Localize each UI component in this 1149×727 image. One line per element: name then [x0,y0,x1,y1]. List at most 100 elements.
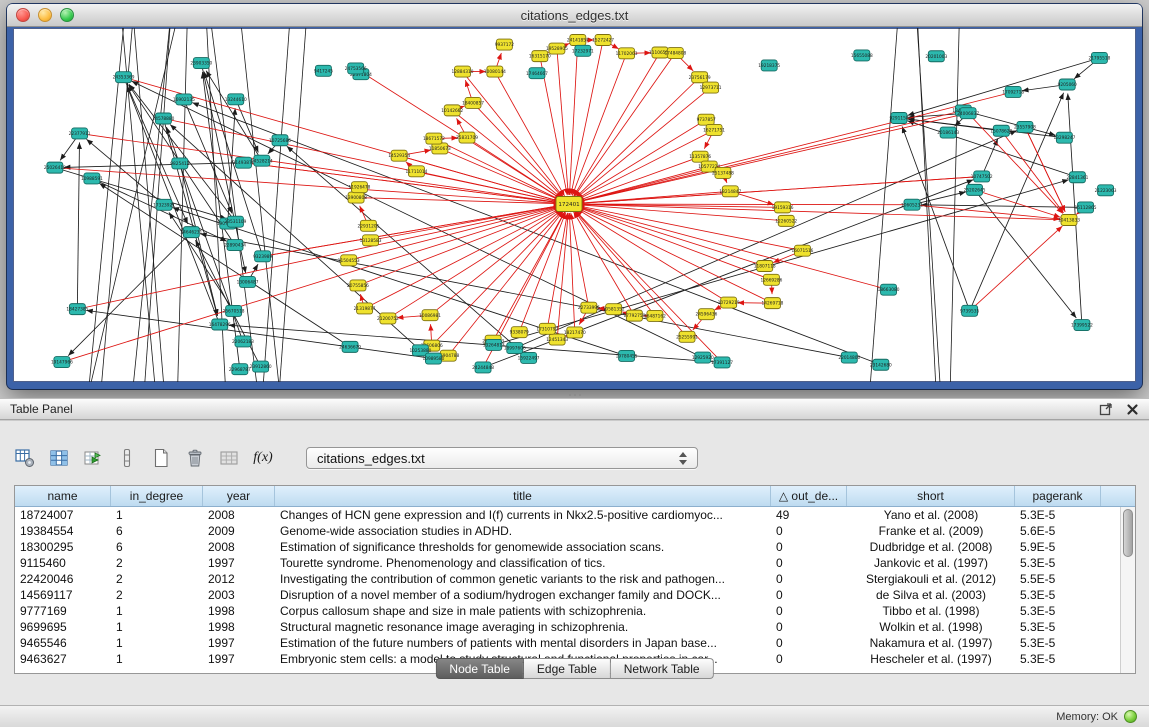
graph-node[interactable]: 24244848 [472,362,494,373]
column-header-in_degree[interactable]: in_degree [111,486,203,506]
graph-node[interactable]: 17323921 [153,199,175,210]
graph-node[interactable]: 25137488 [712,167,734,178]
graph-node[interactable]: 9205060 [1058,79,1077,90]
graph-node[interactable]: 11711014 [406,166,428,177]
show-columns-button[interactable] [46,445,72,471]
graph-node[interactable]: 10747502 [971,171,993,182]
graph-node[interactable]: 15078628 [990,125,1012,136]
graph-node[interactable]: 17792759 [623,310,645,321]
graph-node[interactable]: 9417245 [314,65,333,76]
graph-node[interactable]: 11357876 [689,151,711,162]
graph-node[interactable]: 16478296 [209,319,231,330]
graph-node[interactable]: 11702063 [616,48,638,59]
graph-node[interactable]: 9937172 [495,39,514,50]
graph-node[interactable]: 23142680 [870,359,892,370]
graph-node[interactable]: 15272427 [592,35,614,46]
graph-node[interactable]: 24753566 [345,63,367,74]
graph-node[interactable]: 23903350 [190,58,212,69]
graph-node[interactable]: 12260522 [775,215,797,226]
graph-node[interactable]: 22062183 [232,336,254,347]
graph-node[interactable]: 15922497 [518,352,540,363]
graph-node[interactable]: 23912860 [250,361,272,372]
graph-node[interactable]: 23531109 [225,216,247,227]
graph-node[interactable]: 24006837 [957,108,979,119]
graph-node[interactable]: 18400857 [462,97,484,108]
graph-node[interactable]: 24353369 [113,72,135,83]
table-row[interactable]: 1830029562008Estimation of significance … [15,539,1121,555]
graph-node[interactable]: 12451343 [546,334,568,345]
import-table-button[interactable] [216,445,242,471]
graph-node[interactable]: 17484808 [664,48,686,59]
row-height-button[interactable] [114,445,140,471]
function-builder-button[interactable]: f(x) [250,445,276,471]
graph-node[interactable]: 25255991 [676,331,698,342]
graph-node[interactable]: 12925920 [692,352,714,363]
graph-node[interactable]: 17399522 [1071,320,1093,331]
graph-node[interactable]: 25202645 [964,184,986,195]
graph-node[interactable]: 20201003 [925,51,947,62]
graph-node[interactable]: 11504553 [338,255,360,266]
graph-node[interactable]: 15112865 [1075,202,1097,213]
table-settings-button[interactable] [12,445,38,471]
new-document-button[interactable] [148,445,174,471]
network-window[interactable]: citations_edges.txt 19159316122605221607… [7,4,1142,389]
graph-node[interactable]: 10729219 [718,297,740,308]
graph-node[interactable]: 21223063 [1095,185,1117,196]
graph-node[interactable]: 19780455 [616,350,638,361]
table-row[interactable]: 977716911998Corpus callosum shape and si… [15,603,1121,619]
graph-node[interactable]: 18671572 [423,133,445,144]
graph-node[interactable]: 10080144 [484,66,506,77]
graph-node[interactable]: 9739535 [960,305,979,316]
scrollbar-thumb[interactable] [1123,509,1133,557]
graph-node[interactable]: 9291158 [889,113,908,124]
graph-node[interactable]: 9338079 [510,327,529,338]
graph-node[interactable]: 23557908 [1014,121,1036,132]
graph-node[interactable]: 13244610 [225,94,247,105]
graph-node[interactable]: 10413833 [1058,215,1080,226]
graph-node[interactable]: 12973711 [700,82,722,93]
graph-node[interactable]: 22377911 [69,128,91,139]
graph-node[interactable]: 19218375 [758,60,780,71]
graph-node[interactable]: 17464667 [526,68,548,79]
graph-node[interactable]: 16315170 [529,51,551,62]
select-all-button[interactable] [80,445,106,471]
column-header-year[interactable]: year [203,486,275,506]
graph-node[interactable]: 10725686 [269,135,291,146]
graph-node[interactable]: 18427385 [66,304,88,315]
column-header-pagerank[interactable]: pagerank [1015,486,1101,506]
graph-node[interactable]: 21319877 [354,303,376,314]
float-panel-icon[interactable] [1099,402,1113,416]
graph-node[interactable]: 9737857 [697,114,716,125]
table-row[interactable]: 1456911722003Disruption of a novel membe… [15,587,1121,603]
column-header-out_de[interactable]: △ out_de... [771,486,847,506]
zoom-window-button[interactable] [60,8,74,22]
graph-node[interactable]: 23756179 [689,72,711,83]
graph-node[interactable]: 21200752 [377,313,399,324]
graph-node[interactable]: 13900808 [345,192,367,203]
graph-node[interactable]: 10086981 [419,310,441,321]
graph-node[interactable]: 10581352 [603,304,625,315]
graph-node[interactable]: 24636679 [339,341,361,352]
graph-node[interactable]: 22968787 [229,364,251,375]
column-header-short[interactable]: short [847,486,1015,506]
table-row[interactable]: 1872400712008Changes of HCN gene express… [15,507,1121,523]
graph-node[interactable]: 10988591 [81,173,103,184]
graph-node[interactable]: 15655088 [851,50,873,61]
graph-node[interactable]: 11926478 [349,182,371,193]
minimize-window-button[interactable] [38,8,52,22]
delete-button[interactable] [182,445,208,471]
graph-node[interactable]: 13006487 [237,276,259,287]
table-row[interactable]: 1938455462009Genome-wide association stu… [15,523,1121,539]
graph-node[interactable]: 14269718 [762,298,784,309]
graph-node[interactable]: 19147966 [51,357,73,368]
graph-node[interactable]: 24646231 [180,227,202,238]
table-source-select[interactable]: citations_edges.txt [306,447,698,469]
graph-node[interactable]: 24596436 [695,309,717,320]
column-header-title[interactable]: title [275,486,771,506]
graph-node[interactable]: 24578880 [152,113,174,124]
table-row[interactable]: 946554611997Estimation of the future num… [15,635,1121,651]
table-row[interactable]: 2242004622012Investigating the contribut… [15,571,1121,587]
graph-node[interactable]: 18217470 [564,327,586,338]
graph-node[interactable]: 10605231 [901,199,923,210]
graph-node[interactable]: 14529354 [388,150,410,161]
